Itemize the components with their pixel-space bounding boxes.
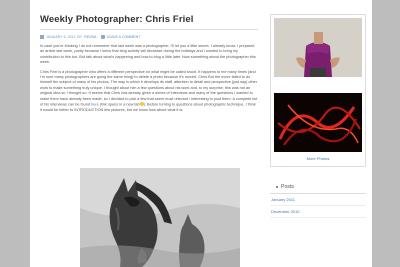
post-by: BY xyxy=(77,35,83,39)
comment-icon xyxy=(100,35,105,39)
paragraph-2-text-b: (link opens in a new tab xyxy=(99,102,140,107)
leave-comment-link[interactable]: LEAVE A COMMENT xyxy=(107,35,141,39)
posts-widget: Posts January 2011 December 2010 xyxy=(270,181,366,218)
calendar-icon xyxy=(40,35,44,39)
posts-widget-title: Posts xyxy=(270,181,366,194)
paragraph-2-text: Chris Friel is a photographer who offers… xyxy=(40,69,258,107)
horse-photo xyxy=(80,168,240,267)
page: Weekly Photographer: Chris Friel JANUARY… xyxy=(30,0,372,267)
photos-widget: More Photos xyxy=(270,14,366,167)
archive-link[interactable]: January 2011 xyxy=(270,194,366,206)
post-meta: JANUARY 6, 2011 BY REVNA LEAVE A COMMENT xyxy=(40,35,258,39)
post-content: Weekly Photographer: Chris Friel JANUARY… xyxy=(40,14,258,117)
sidebar: More Photos Posts January 2011 December … xyxy=(270,14,366,218)
photo-thumbnail-lights[interactable] xyxy=(274,93,362,152)
archive-list: January 2011 December 2010 xyxy=(270,194,366,218)
post-author-link[interactable]: REVNA xyxy=(84,35,96,39)
archive-link[interactable]: December 2010 xyxy=(270,206,366,218)
posts-title-label: Posts xyxy=(281,184,294,190)
paragraph-2: Chris Friel is a photographer who offers… xyxy=(40,70,258,114)
post-body: In case you're thinking I do not remembe… xyxy=(40,44,258,113)
post-date: JANUARY 6, 2011 xyxy=(46,35,76,39)
paragraph-1: In case you're thinking I do not remembe… xyxy=(40,44,256,65)
photo-thumbnail-portrait[interactable] xyxy=(274,18,362,77)
bullet-icon xyxy=(276,186,278,188)
more-photos-link[interactable]: More Photos xyxy=(274,156,362,161)
interviews-link[interactable]: here xyxy=(91,103,99,107)
post-title[interactable]: Weekly Photographer: Chris Friel xyxy=(40,14,258,30)
